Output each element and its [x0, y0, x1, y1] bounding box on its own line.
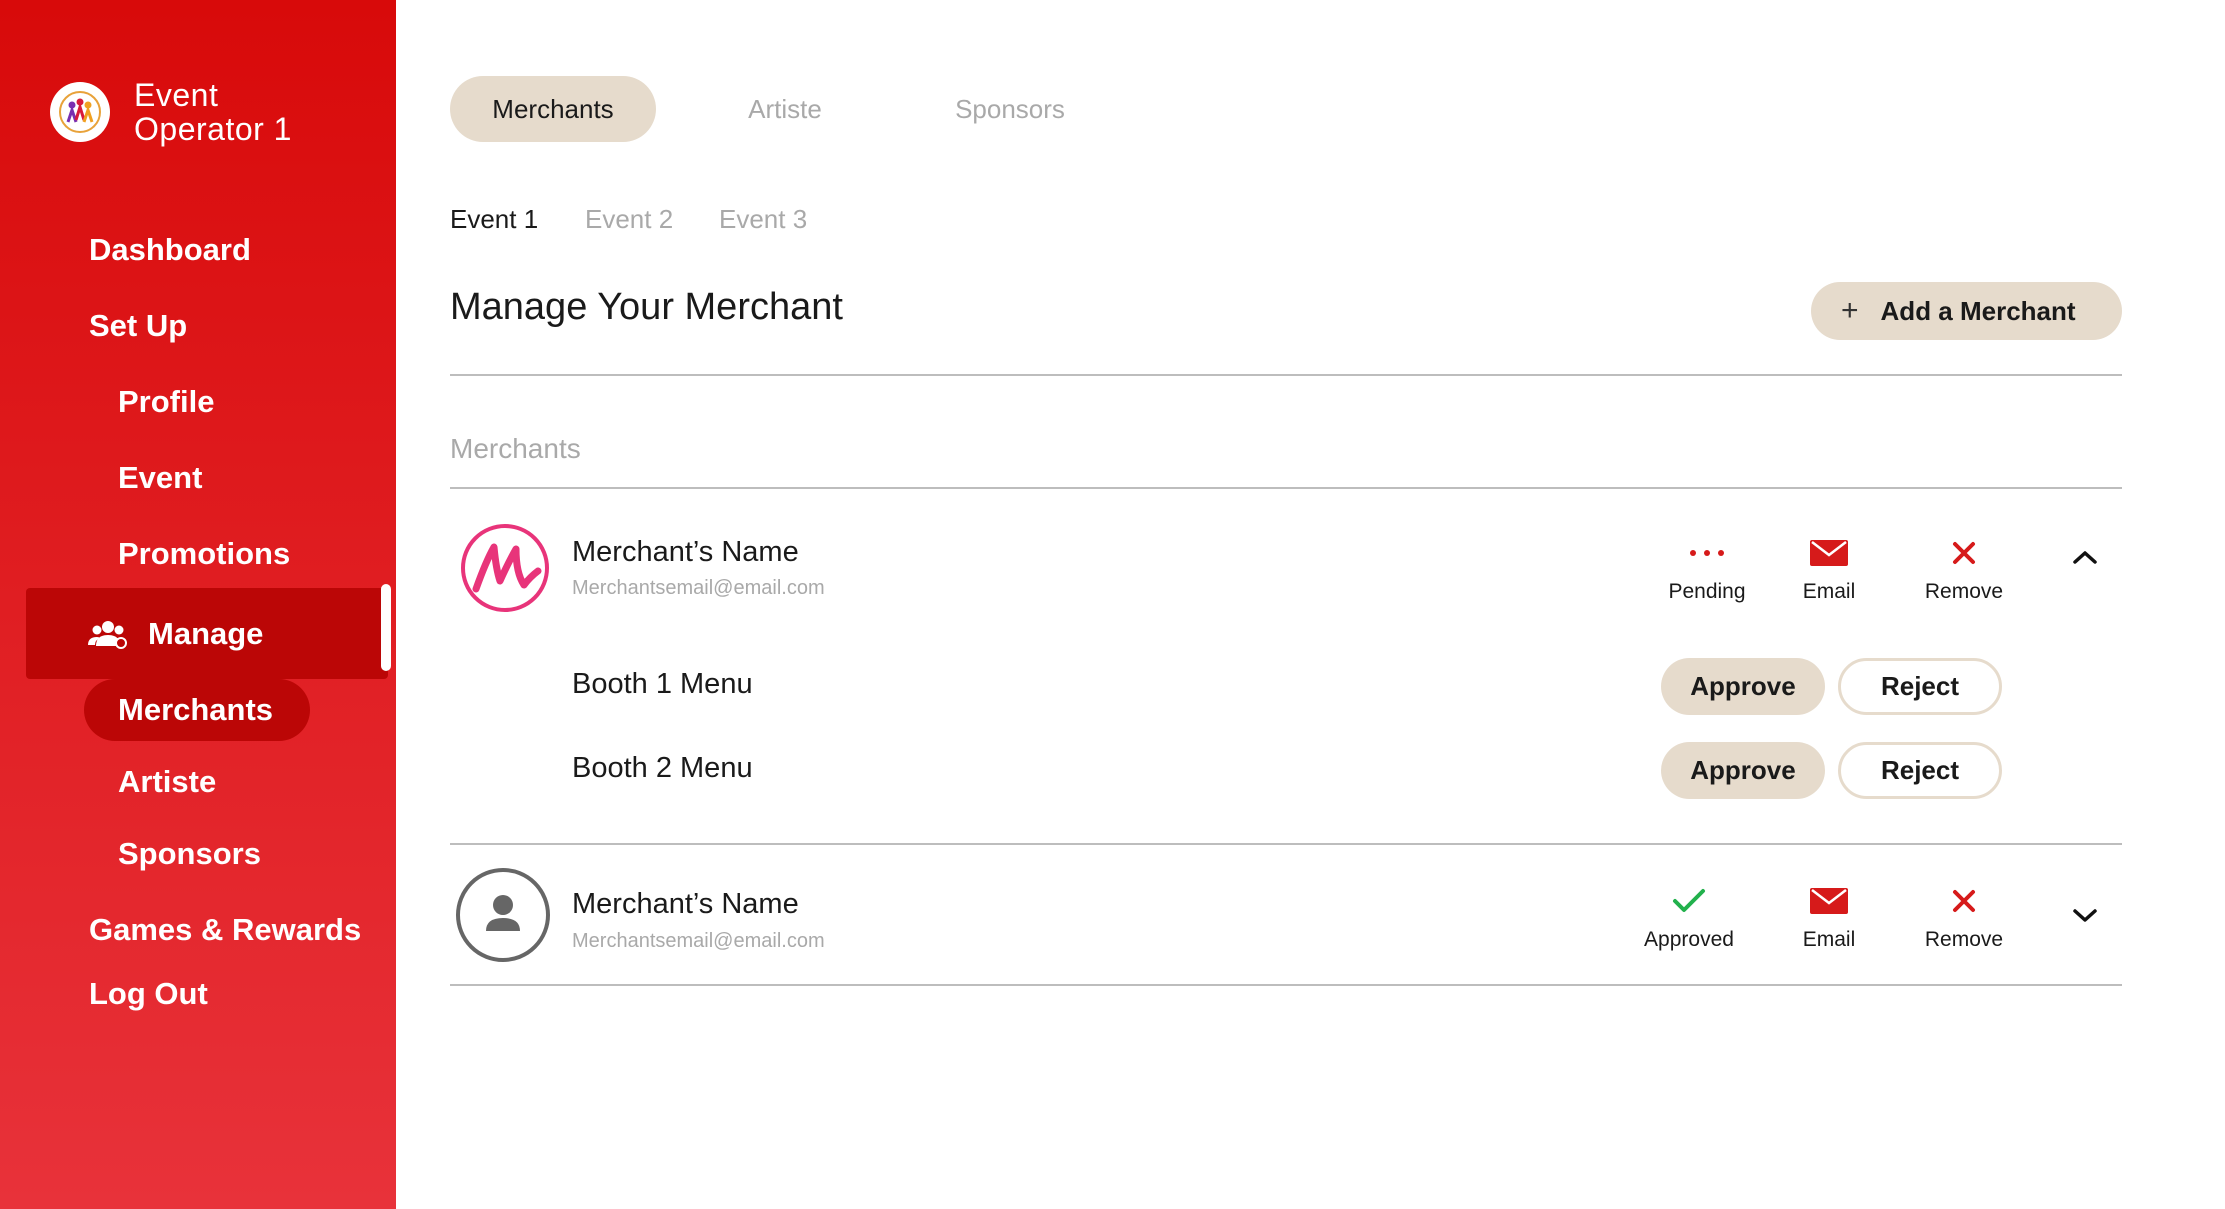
email-label: Email: [1802, 580, 1856, 603]
remove-label: Remove: [1924, 580, 2004, 603]
nav-merchants[interactable]: Merchants: [84, 679, 310, 741]
nav-logout[interactable]: Log Out: [89, 974, 208, 1014]
sidebar: Event Operator 1 Dashboard Set Up Profil…: [0, 0, 396, 1209]
event-tab-2[interactable]: Event 2: [585, 204, 673, 235]
nav-profile[interactable]: Profile: [118, 382, 214, 422]
dots-icon: [1687, 536, 1727, 570]
nav-setup[interactable]: Set Up: [89, 306, 187, 346]
mail-icon: [1810, 884, 1848, 918]
email-button[interactable]: Email: [1769, 884, 1889, 952]
divider: [450, 487, 2122, 489]
merchant-email: Merchantsemail@email.com: [572, 930, 825, 952]
users-icon: [88, 620, 127, 649]
booth-label: Booth 1 Menu: [572, 668, 753, 700]
reject-button[interactable]: Reject: [1838, 658, 2002, 715]
plus-icon: +: [1841, 294, 1859, 327]
event-tab-1[interactable]: Event 1: [450, 204, 538, 235]
approve-button[interactable]: Approve: [1661, 658, 1825, 715]
close-icon: [1952, 884, 1976, 918]
avatar-placeholder-icon: [456, 868, 550, 962]
brand-name: Event Operator 1: [134, 78, 292, 146]
chevron-up-icon[interactable]: [2070, 547, 2100, 567]
merchant-logo-icon: [461, 524, 549, 612]
tab-sponsors[interactable]: Sponsors: [940, 76, 1080, 142]
page-title: Manage Your Merchant: [450, 286, 843, 328]
status-label: Pending: [1668, 580, 1746, 603]
merchant-name: Merchant’s Name: [572, 888, 799, 920]
scroll-indicator: [381, 584, 391, 671]
add-merchant-label: Add a Merchant: [1880, 295, 2076, 326]
nav-promotions[interactable]: Promotions: [118, 534, 290, 574]
people-logo-icon: [50, 82, 110, 142]
brand-line-2: Operator 1: [134, 111, 292, 147]
email-label: Email: [1802, 928, 1856, 951]
booth-label: Booth 2 Menu: [572, 752, 753, 784]
nav-manage[interactable]: Manage: [26, 588, 388, 679]
event-tab-3[interactable]: Event 3: [719, 204, 807, 235]
nav-artiste[interactable]: Artiste: [118, 762, 216, 802]
section-label: Merchants: [450, 433, 581, 464]
chevron-down-icon[interactable]: [2070, 905, 2100, 925]
remove-label: Remove: [1924, 928, 2004, 951]
merchant-email: Merchantsemail@email.com: [572, 577, 825, 599]
merchant-name: Merchant’s Name: [572, 536, 799, 568]
add-merchant-button[interactable]: + Add a Merchant: [1811, 282, 2122, 340]
status-approved[interactable]: Approved: [1629, 884, 1749, 952]
remove-button[interactable]: Remove: [1904, 884, 2024, 952]
tab-artiste[interactable]: Artiste: [720, 76, 850, 142]
nav-sponsors[interactable]: Sponsors: [118, 834, 261, 874]
close-icon: [1952, 536, 1976, 570]
brand-line-1: Event: [134, 77, 219, 113]
brand: Event Operator 1: [50, 78, 292, 146]
divider: [450, 984, 2122, 986]
nav-manage-label: Manage: [148, 615, 264, 651]
approve-button[interactable]: Approve: [1661, 742, 1825, 799]
divider: [450, 843, 2122, 845]
check-icon: [1672, 884, 1706, 918]
status-label: Approved: [1644, 928, 1734, 951]
mail-icon: [1810, 536, 1848, 570]
divider: [450, 374, 2122, 376]
nav-games-rewards[interactable]: Games & Rewards: [89, 910, 361, 950]
tab-merchants[interactable]: Merchants: [450, 76, 656, 142]
nav-dashboard[interactable]: Dashboard: [89, 230, 251, 270]
status-pending[interactable]: Pending: [1647, 536, 1767, 604]
nav-event[interactable]: Event: [118, 458, 202, 498]
email-button[interactable]: Email: [1769, 536, 1889, 604]
remove-button[interactable]: Remove: [1904, 536, 2024, 604]
reject-button[interactable]: Reject: [1838, 742, 2002, 799]
